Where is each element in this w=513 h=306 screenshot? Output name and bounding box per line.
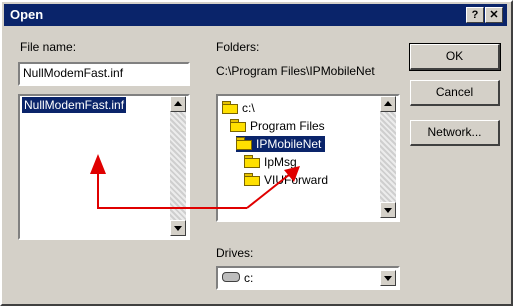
annotation-line [97, 162, 247, 209]
annotation-arrowhead-folder [284, 166, 300, 182]
open-dialog: Open ? ✕ File name: NullModemFast.inf Nu… [0, 0, 513, 306]
annotation-diagonal [246, 173, 291, 209]
annotation-arrows [90, 154, 300, 209]
annotation-arrowhead-up [90, 154, 106, 174]
